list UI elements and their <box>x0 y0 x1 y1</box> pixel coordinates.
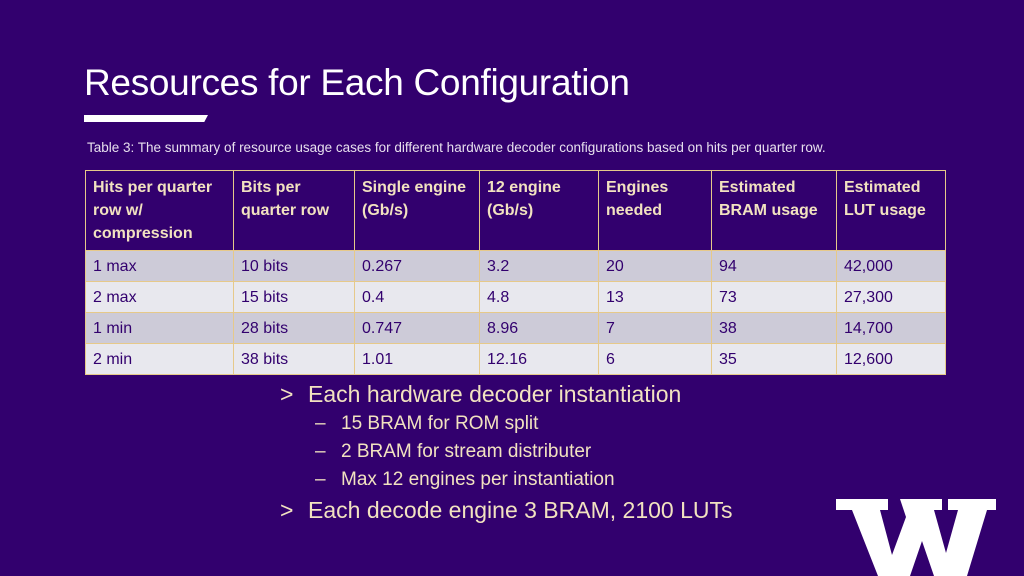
cell-lut: 12,600 <box>836 343 946 375</box>
dash-icon: – <box>315 469 326 490</box>
cell-single-engine: 0.747 <box>354 312 480 344</box>
cell-hits: 2 min <box>85 343 234 375</box>
table-row: 1 max 10 bits 0.267 3.2 20 94 42,000 <box>85 250 946 282</box>
cell-bits: 38 bits <box>233 343 355 375</box>
table-caption: Table 3: The summary of resource usage c… <box>87 140 826 155</box>
cell-hits: 1 min <box>85 312 234 344</box>
cell-engines-needed: 13 <box>598 281 712 313</box>
cell-bram: 73 <box>711 281 837 313</box>
table-row: 2 min 38 bits 1.01 12.16 6 35 12,600 <box>85 343 946 375</box>
cell-single-engine: 0.267 <box>354 250 480 282</box>
bullet-text: 2 BRAM for stream distributer <box>341 441 592 462</box>
bullet-text: Max 12 engines per instantiation <box>341 469 615 490</box>
dash-icon: – <box>315 413 326 434</box>
bullet-item: > Each hardware decoder instantiation <box>280 378 733 410</box>
cell-12-engine: 4.8 <box>479 281 599 313</box>
slide-title: Resources for Each Configuration <box>84 62 630 103</box>
cell-hits: 1 max <box>85 250 234 282</box>
cell-bits: 28 bits <box>233 312 355 344</box>
table-header-row: Hits per quarter row w/ compression Bits… <box>85 170 946 251</box>
cell-single-engine: 0.4 <box>354 281 480 313</box>
header-12-engine: 12 engine (Gb/s) <box>479 170 599 251</box>
cell-bits: 15 bits <box>233 281 355 313</box>
header-single-engine: Single engine (Gb/s) <box>354 170 480 251</box>
header-hits: Hits per quarter row w/ compression <box>85 170 234 251</box>
cell-lut: 27,300 <box>836 281 946 313</box>
header-bram: Estimated BRAM usage <box>711 170 837 251</box>
cell-lut: 14,700 <box>836 312 946 344</box>
cell-engines-needed: 20 <box>598 250 712 282</box>
cell-bram: 94 <box>711 250 837 282</box>
sub-bullet-item: – 2 BRAM for stream distributer <box>280 438 733 466</box>
resource-table: Hits per quarter row w/ compression Bits… <box>85 170 946 375</box>
cell-12-engine: 12.16 <box>479 343 599 375</box>
chevron-right-icon: > <box>280 381 294 407</box>
cell-engines-needed: 7 <box>598 312 712 344</box>
title-underline <box>84 115 208 122</box>
cell-12-engine: 8.96 <box>479 312 599 344</box>
cell-bram: 38 <box>711 312 837 344</box>
cell-12-engine: 3.2 <box>479 250 599 282</box>
cell-lut: 42,000 <box>836 250 946 282</box>
cell-bits: 10 bits <box>233 250 355 282</box>
table-row: 1 min 28 bits 0.747 8.96 7 38 14,700 <box>85 312 946 344</box>
chevron-right-icon: > <box>280 497 294 523</box>
cell-bram: 35 <box>711 343 837 375</box>
bullet-text: 15 BRAM for ROM split <box>341 413 539 434</box>
table-row: 2 max 15 bits 0.4 4.8 13 73 27,300 <box>85 281 946 313</box>
cell-engines-needed: 6 <box>598 343 712 375</box>
uw-w-logo-icon <box>836 499 996 576</box>
bullet-item: > Each decode engine 3 BRAM, 2100 LUTs <box>280 494 733 526</box>
sub-bullet-item: – Max 12 engines per instantiation <box>280 466 733 494</box>
header-engines-needed: Engines needed <box>598 170 712 251</box>
cell-hits: 2 max <box>85 281 234 313</box>
cell-single-engine: 1.01 <box>354 343 480 375</box>
dash-icon: – <box>315 441 326 462</box>
sub-bullet-item: – 15 BRAM for ROM split <box>280 410 733 438</box>
bullet-list: > Each hardware decoder instantiation – … <box>280 378 733 526</box>
bullet-text: Each hardware decoder instantiation <box>308 381 682 407</box>
header-lut: Estimated LUT usage <box>836 170 946 251</box>
header-bits: Bits per quarter row <box>233 170 355 251</box>
bullet-text: Each decode engine 3 BRAM, 2100 LUTs <box>308 497 733 523</box>
uw-w-logo-shape <box>836 499 996 576</box>
